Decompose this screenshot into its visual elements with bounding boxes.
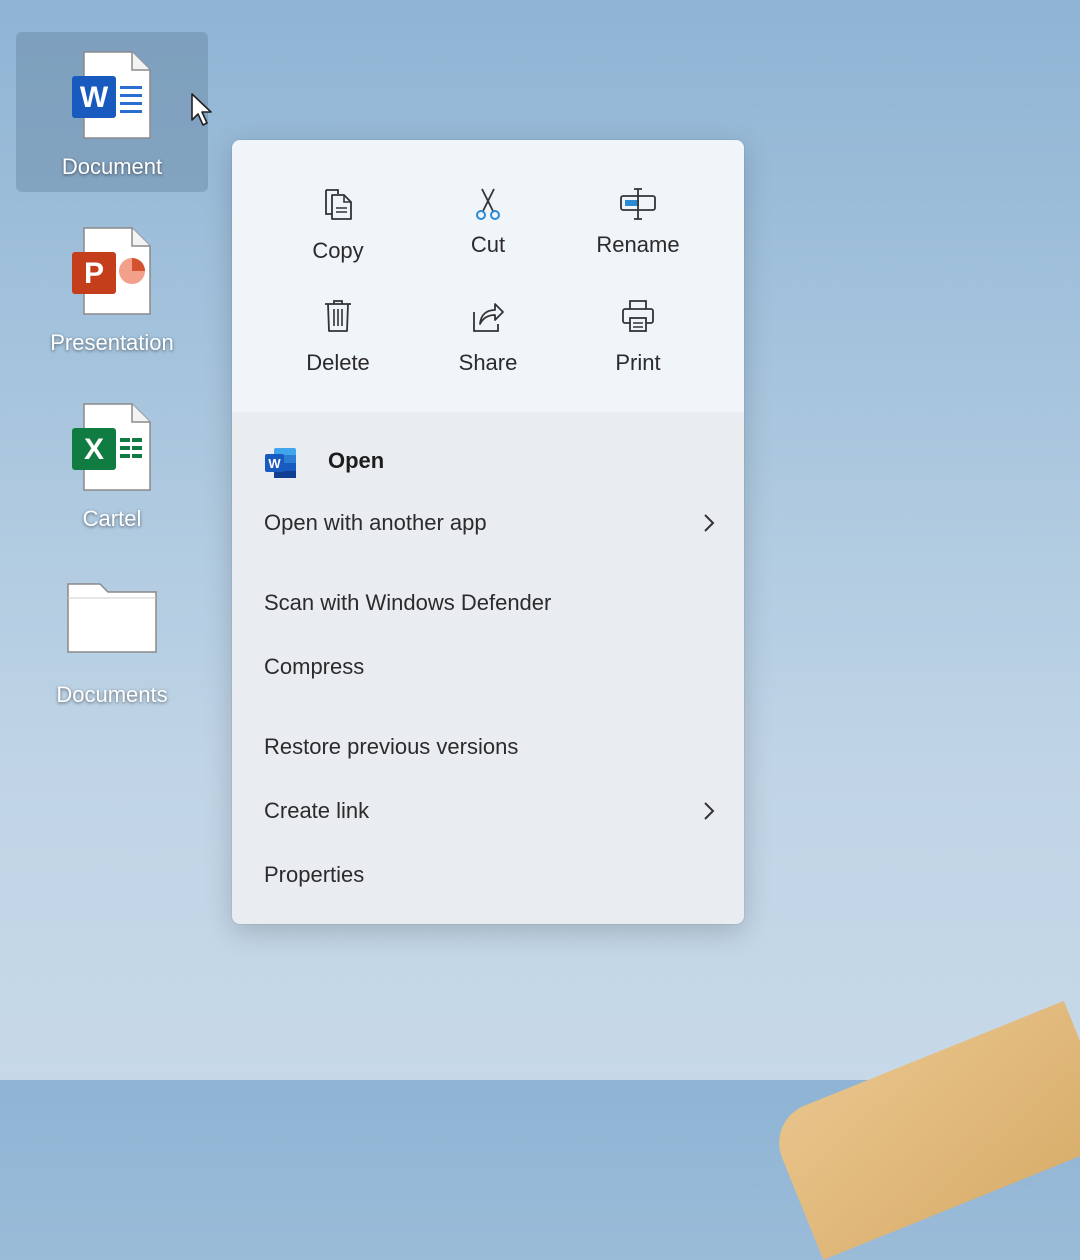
restore-versions-label: Restore previous versions <box>264 734 519 759</box>
cut-button[interactable]: Cut <box>413 186 563 286</box>
word-file-icon: W <box>70 50 154 147</box>
open-with-label: Open with another app <box>264 510 487 535</box>
delete-label: Delete <box>306 350 370 375</box>
compress-label: Compress <box>264 654 365 679</box>
svg-text:W: W <box>268 456 281 471</box>
share-label: Share <box>458 350 518 375</box>
desktop-icon-label: Presentation <box>50 330 174 355</box>
rename-label: Rename <box>596 232 680 257</box>
copy-label: Copy <box>312 238 364 263</box>
share-icon <box>470 298 506 339</box>
restore-versions-menu-item[interactable]: Restore previous versions <box>232 720 744 776</box>
compress-menu-item[interactable]: Compress <box>232 640 744 696</box>
excel-file-icon: X <box>70 402 154 499</box>
scan-defender-menu-item[interactable]: Scan with Windows Defender <box>232 576 744 632</box>
desktop-icon-label: Documents <box>56 682 168 707</box>
chevron-right-icon <box>702 512 716 539</box>
cut-label: Cut <box>470 232 506 257</box>
word-app-icon: W <box>264 446 298 485</box>
sand-dune-decoration <box>767 1000 1080 1260</box>
share-button[interactable]: Share <box>413 298 563 398</box>
desktop-icon-cartel[interactable]: X Cartel <box>16 384 208 544</box>
desktop-icon-documents-folder[interactable]: Documents <box>16 560 208 720</box>
printer-icon <box>620 298 656 339</box>
desktop-icon-presentation[interactable]: P Presentation <box>16 208 208 368</box>
quick-actions-bar: Copy Cut Rename Delete Share Print <box>232 140 744 412</box>
rename-button[interactable]: Rename <box>563 186 713 286</box>
create-link-menu-item[interactable]: Create link <box>232 784 744 840</box>
create-link-label: Create link <box>264 798 370 823</box>
properties-label: Properties <box>264 862 365 887</box>
mouse-cursor-icon <box>190 92 216 133</box>
open-with-menu-item[interactable]: Open with another app <box>232 496 744 552</box>
print-button[interactable]: Print <box>563 298 713 398</box>
svg-text:P: P <box>84 257 104 290</box>
folder-icon <box>66 578 158 663</box>
scissors-icon <box>470 186 506 227</box>
trash-icon <box>320 298 356 339</box>
print-label: Print <box>615 350 661 375</box>
copy-button[interactable]: Copy <box>263 186 413 286</box>
chevron-right-icon <box>702 800 716 827</box>
properties-menu-item[interactable]: Properties <box>232 848 744 904</box>
svg-text:X: X <box>84 433 104 466</box>
powerpoint-file-icon: P <box>70 226 154 323</box>
desktop-icon-label: Cartel <box>82 506 142 531</box>
open-label: Open <box>328 448 385 473</box>
desktop-icon-label: Document <box>61 154 163 179</box>
open-menu-item[interactable]: W Open <box>232 434 744 490</box>
copy-icon <box>320 186 356 227</box>
scan-defender-label: Scan with Windows Defender <box>264 590 552 615</box>
context-menu: Copy Cut Rename Delete Share Print W Ope… <box>232 140 744 924</box>
delete-button[interactable]: Delete <box>263 298 413 398</box>
svg-text:W: W <box>80 81 109 114</box>
rename-icon <box>618 186 658 227</box>
desktop-icon-document[interactable]: W Document <box>16 32 208 192</box>
